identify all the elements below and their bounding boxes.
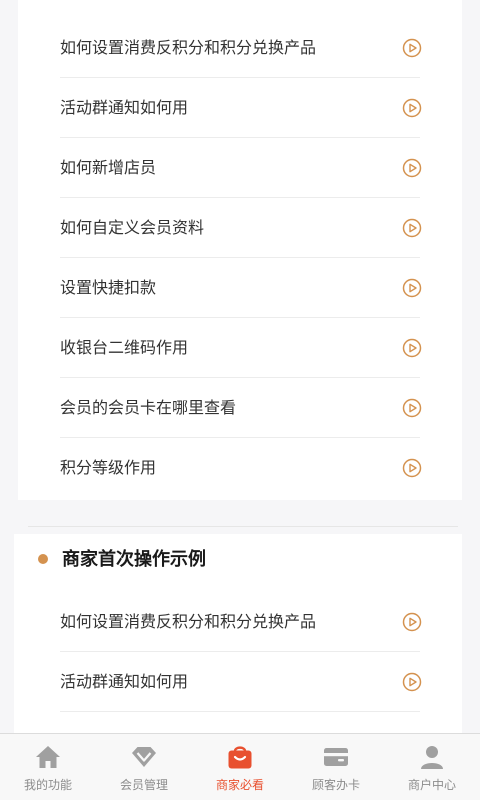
play-circle-icon <box>402 38 422 58</box>
list-item-label: 设置快捷扣款 <box>60 278 157 297</box>
list-item[interactable]: 如何设置消费反积分和积分兑换产品 <box>0 18 480 78</box>
tab-label: 我的功能 <box>23 778 72 792</box>
list-item-label: 积分等级作用 <box>60 458 157 477</box>
play-circle-icon <box>402 278 422 298</box>
play-circle-icon <box>402 672 422 692</box>
list-item[interactable]: 收银台二维码作用 <box>0 318 480 378</box>
list-item-label: 如何新增店员 <box>60 158 157 177</box>
content-area[interactable]: 如何设置消费反积分和积分兑换产品 活动群通知如何用 如何新增店员 如何自定义会员… <box>0 0 480 733</box>
divider <box>60 711 420 712</box>
play-circle-icon <box>402 218 422 238</box>
user-icon <box>421 746 443 769</box>
list-item-label: 会员的会员卡在哪里查看 <box>60 398 237 417</box>
tab-member-management[interactable]: 会员管理 <box>96 734 192 800</box>
list-item-label: 如何设置消费反积分和积分兑换产品 <box>60 38 317 57</box>
bottom-tab-bar: 我的功能 会员管理 商家必看 顾客办卡 商户中心 <box>0 733 480 800</box>
play-circle-icon <box>402 338 422 358</box>
list-item[interactable]: 如何设置消费反积分和积分兑换产品 <box>0 592 480 652</box>
wallet-card-icon <box>324 748 348 766</box>
section-dot <box>38 554 48 564</box>
tab-label: 顾客办卡 <box>311 778 360 792</box>
shopping-bag-icon <box>228 746 252 769</box>
help-list: 如何设置消费反积分和积分兑换产品 活动群通知如何用 如何新增店员 如何自定义会员… <box>0 18 480 498</box>
section-list: 如何设置消费反积分和积分兑换产品 活动群通知如何用 <box>0 592 480 712</box>
list-item[interactable]: 积分等级作用 <box>0 438 480 498</box>
home-icon <box>36 746 60 768</box>
play-circle-icon <box>402 98 422 118</box>
list-item-label: 如何自定义会员资料 <box>60 218 205 237</box>
list-item[interactable]: 如何新增店员 <box>0 138 480 198</box>
list-item[interactable]: 会员的会员卡在哪里查看 <box>0 378 480 438</box>
list-item-label: 活动群通知如何用 <box>60 98 189 117</box>
play-circle-icon <box>402 398 422 418</box>
section-title: 商家首次操作示例 <box>62 549 206 570</box>
tab-merchant-center[interactable]: 商户中心 <box>384 734 480 800</box>
list-item[interactable]: 活动群通知如何用 <box>0 652 480 712</box>
play-circle-icon <box>402 158 422 178</box>
section-separator <box>28 526 458 527</box>
tab-my-functions[interactable]: 我的功能 <box>0 734 96 800</box>
tab-label: 商家必看 <box>215 778 264 792</box>
list-item[interactable]: 如何自定义会员资料 <box>0 198 480 258</box>
play-circle-icon <box>402 458 422 478</box>
tab-customer-card[interactable]: 顾客办卡 <box>288 734 384 800</box>
section-header: 商家首次操作示例 <box>0 540 480 580</box>
play-circle-icon <box>402 612 422 632</box>
list-item[interactable]: 设置快捷扣款 <box>0 258 480 318</box>
tab-label: 会员管理 <box>119 778 168 792</box>
list-item-label: 收银台二维码作用 <box>60 338 189 357</box>
list-item-label: 活动群通知如何用 <box>60 672 189 691</box>
list-item[interactable]: 活动群通知如何用 <box>0 78 480 138</box>
diamond-icon <box>132 747 156 767</box>
tab-label: 商户中心 <box>407 778 456 792</box>
list-item-label: 如何设置消费反积分和积分兑换产品 <box>60 612 317 631</box>
tab-merchant-must-see[interactable]: 商家必看 <box>192 734 288 800</box>
